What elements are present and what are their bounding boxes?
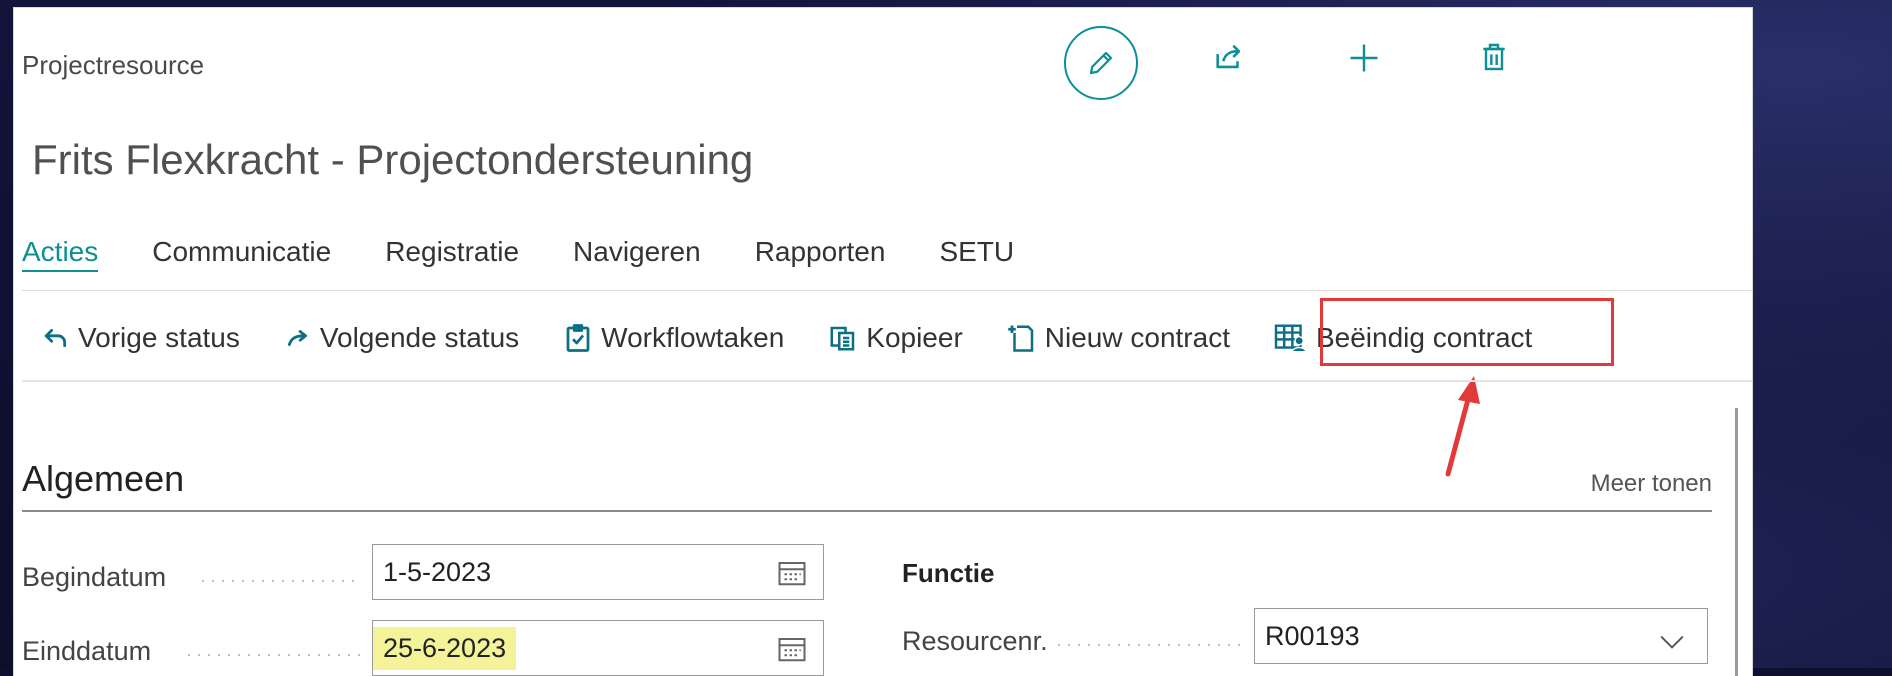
toolbar-divider [22, 380, 1752, 382]
clipboard-check-icon [563, 322, 593, 354]
scrollbar[interactable] [1735, 408, 1738, 676]
tab-navigeren[interactable]: Navigeren [573, 236, 701, 272]
undo-arrow-icon [42, 325, 70, 351]
tab-setu[interactable]: SETU [939, 236, 1014, 272]
new-contract-label: Nieuw contract [1044, 322, 1230, 353]
delete-button[interactable] [1478, 40, 1510, 74]
resourcenr-value: R00193 [1265, 620, 1360, 651]
einddatum-value: 25-6-2023 [373, 626, 517, 670]
action-tabs: Acties Communicatie Registratie Navigere… [22, 236, 1068, 272]
next-status-button[interactable]: Volgende status [284, 322, 519, 354]
calendar-icon[interactable] [777, 559, 807, 594]
begindatum-value: 1-5-2023 [383, 556, 492, 587]
begindatum-label: Begindatum [22, 562, 167, 592]
redo-arrow-icon [284, 325, 312, 351]
copy-icon [828, 323, 858, 353]
project-resource-card: Projectresource Frits Flexkracht - Proje… [14, 8, 1752, 676]
share-button[interactable] [1212, 40, 1246, 74]
workflow-tasks-button[interactable]: Workflowtaken [563, 322, 784, 354]
section-divider [22, 510, 1712, 512]
resourcenr-label: Resourcenr. [902, 626, 1048, 656]
tab-registratie[interactable]: Registratie [385, 236, 519, 272]
begindatum-field[interactable]: 1-5-2023 [372, 544, 824, 600]
tab-communicatie[interactable]: Communicatie [152, 236, 331, 272]
copy-label: Kopieer [866, 322, 963, 353]
tab-rapporten[interactable]: Rapporten [755, 236, 886, 272]
calendar-icon[interactable] [777, 635, 807, 670]
functie-group-title: Functie [902, 558, 995, 588]
leader-dots [184, 654, 362, 656]
tab-acties[interactable]: Acties [22, 236, 99, 272]
tabs-divider [22, 290, 1752, 291]
new-button[interactable] [1346, 40, 1382, 76]
workflow-tasks-label: Workflowtaken [601, 322, 785, 353]
section-title-algemeen: Algemeen [22, 458, 185, 499]
trash-icon [1483, 43, 1505, 71]
pencil-icon [1089, 51, 1113, 75]
new-contract-button[interactable]: Nieuw contract [1007, 322, 1230, 354]
previous-status-label: Vorige status [78, 322, 240, 353]
breadcrumb: Projectresource [22, 50, 205, 80]
plus-icon [1350, 44, 1378, 72]
show-more-link[interactable]: Meer tonen [1591, 470, 1712, 498]
resourcenr-field[interactable]: R00193 [1254, 608, 1708, 664]
table-person-icon [1274, 323, 1308, 353]
new-document-icon [1007, 322, 1037, 354]
edit-button[interactable] [1064, 26, 1138, 100]
einddatum-label: Einddatum [22, 636, 152, 666]
highlight-box [1320, 298, 1614, 366]
copy-button[interactable]: Kopieer [828, 322, 963, 354]
page-title: Frits Flexkracht - Projectondersteuning [32, 136, 754, 183]
share-icon [1216, 44, 1241, 69]
leader-dots [1054, 644, 1244, 646]
chevron-down-icon[interactable] [1659, 627, 1685, 658]
previous-status-button[interactable]: Vorige status [42, 322, 240, 354]
callout-arrow-icon [1445, 376, 1480, 477]
leader-dots [198, 580, 362, 582]
next-status-label: Volgende status [319, 322, 520, 353]
